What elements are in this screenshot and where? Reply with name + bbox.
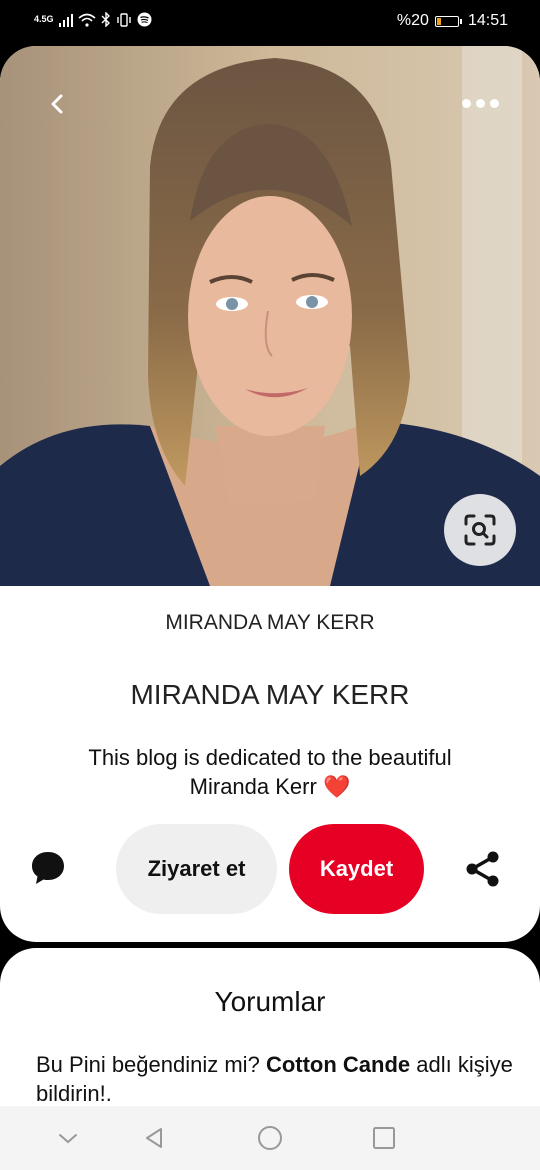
visual-search-icon [464,514,496,546]
vibrate-icon [116,12,132,32]
collapse-icon [59,1134,77,1144]
bluetooth-icon [101,11,111,32]
back-nav-button[interactable] [138,1122,170,1154]
comments-prompt: Bu Pini beğendiniz mi? Cotton Cande adlı… [36,1050,516,1108]
visit-button[interactable]: Ziyaret et [116,824,277,914]
back-nav-icon [146,1128,162,1148]
clock: 14:51 [467,12,508,29]
share-button[interactable] [462,848,504,890]
home-nav-icon [258,1126,282,1150]
collapse-nav-button[interactable] [52,1122,84,1154]
share-icon [466,851,499,887]
save-button[interactable]: Kaydet [289,824,424,914]
recents-nav-button[interactable] [368,1122,400,1154]
pin-title: MIRANDA MAY KERR [130,679,410,710]
spotify-icon [137,12,152,32]
pinner-name-link[interactable]: Cotton Cande [266,1052,410,1077]
wifi-icon [77,13,96,32]
pin-description: This blog is dedicated to the beautiful … [50,743,490,801]
heart-emoji: ❤️ [322,774,351,799]
battery-percent: %20 [396,12,429,29]
status-icons-left: 4.5G [34,11,152,32]
battery-icon [434,15,462,27]
recents-nav-icon [373,1127,395,1149]
comments-prompt-prefix: Bu Pini beğendiniz mi? [36,1052,260,1077]
system-nav-bar [0,1106,540,1170]
comment-button[interactable] [26,846,70,890]
network-type-label: 4.5G [34,13,54,24]
home-nav-button[interactable] [254,1122,286,1154]
pin-image[interactable] [0,46,540,586]
status-bar: 4.5G %20 14:51 [0,0,540,46]
more-options-button[interactable] [456,88,504,118]
pin-card: MIRANDA MAY KERR MIRANDA MAY KERR This b… [0,46,540,942]
more-icon [461,98,471,108]
comment-icon [32,852,64,884]
back-icon [51,94,63,114]
comments-title: Yorumlar [214,986,326,1017]
status-icons-right: %20 14:51 [397,12,508,30]
pin-source-name[interactable]: MIRANDA MAY KERR [0,611,540,635]
signal-icon [58,13,73,32]
visual-search-button[interactable] [444,494,516,566]
back-button[interactable] [38,84,78,124]
pin-description-text: This blog is dedicated to the beautiful … [88,745,452,799]
